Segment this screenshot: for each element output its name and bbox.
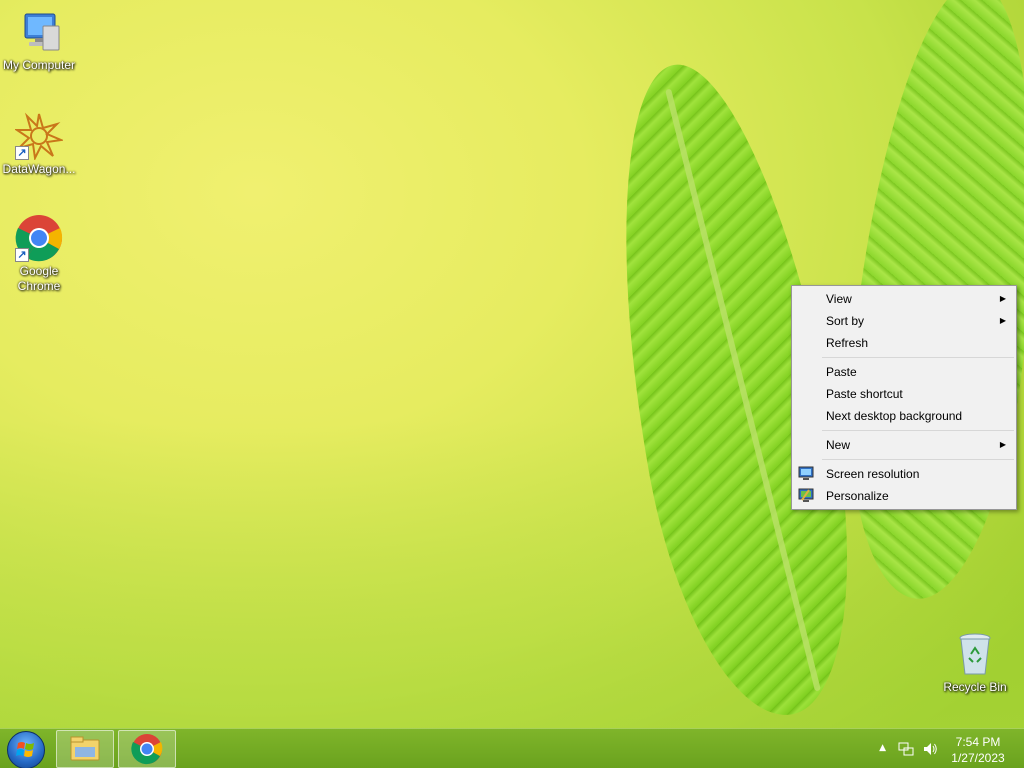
shortcut-arrow-icon: ↗ (15, 248, 29, 262)
submenu-arrow-icon: ▶ (999, 316, 1006, 325)
chrome-icon (131, 734, 163, 765)
clock-date: 1/27/2023 (951, 751, 1005, 765)
menu-item-view[interactable]: View ▶ (792, 288, 1016, 310)
chrome-icon: ↗ (15, 214, 63, 262)
desktop-icon-datawagon[interactable]: ↗ DataWagon... (0, 112, 78, 177)
menu-item-label: Sort by (826, 314, 865, 328)
show-hidden-icons-icon[interactable]: ▲ (879, 743, 886, 753)
menu-item-paste[interactable]: Paste (792, 361, 1016, 383)
menu-item-label: View (826, 292, 852, 306)
clock-time: 7:54 PM (955, 735, 1001, 749)
desktop-icon-recycle-bin[interactable]: Recycle Bin (936, 630, 1014, 695)
submenu-arrow-icon: ▶ (999, 294, 1006, 303)
menu-separator (822, 430, 1014, 431)
menu-item-label: Next desktop background (826, 409, 963, 423)
start-button[interactable] (7, 731, 45, 768)
shortcut-arrow-icon: ↗ (15, 146, 29, 160)
desktop-icon-my-computer[interactable]: My Computer (0, 8, 78, 73)
windows-logo-icon (16, 742, 34, 757)
taskbar-google-chrome[interactable] (118, 730, 176, 768)
menu-item-label: Paste shortcut (826, 387, 903, 401)
monitor-icon (798, 466, 814, 482)
menu-separator (822, 357, 1014, 358)
recycle-bin-icon (951, 630, 999, 678)
desktop-icon-label: Recycle Bin (943, 680, 1007, 694)
desktop-context-menu: View ▶ Sort by ▶ Refresh Paste Paste sho… (791, 285, 1017, 510)
menu-item-personalize[interactable]: Personalize (792, 485, 1016, 507)
personalize-icon (798, 488, 814, 504)
taskbar-file-explorer[interactable] (56, 730, 114, 768)
taskbar: ▲ 7:54 PM 1/27/2023 (0, 728, 1024, 768)
menu-item-label: New (826, 438, 851, 452)
computer-icon (15, 8, 63, 56)
desktop-icon-label: My Computer (2, 58, 76, 72)
menu-item-next-desktop-background[interactable]: Next desktop background (792, 405, 1016, 427)
menu-item-label: Paste (826, 365, 857, 379)
menu-separator (822, 459, 1014, 460)
desktop-icon-google-chrome[interactable]: ↗ Google Chrome (0, 214, 78, 294)
network-icon[interactable] (898, 741, 914, 760)
menu-item-paste-shortcut[interactable]: Paste shortcut (792, 383, 1016, 405)
folder-icon (70, 736, 100, 761)
clock[interactable]: 7:54 PM 1/27/2023 (948, 734, 1008, 766)
menu-item-new[interactable]: New ▶ (792, 434, 1016, 456)
desktop-icon-label: DataWagon... (2, 162, 76, 176)
volume-icon[interactable] (922, 741, 938, 760)
menu-item-label: Refresh (826, 336, 869, 350)
menu-item-sort-by[interactable]: Sort by ▶ (792, 310, 1016, 332)
desktop-icon-label: Google Chrome (17, 264, 61, 293)
menu-item-label: Screen resolution (826, 467, 920, 481)
submenu-arrow-icon: ▶ (999, 440, 1006, 449)
menu-item-label: Personalize (826, 489, 889, 503)
datawagon-icon: ↗ (13, 112, 65, 162)
menu-item-refresh[interactable]: Refresh (792, 332, 1016, 354)
menu-item-screen-resolution[interactable]: Screen resolution (792, 463, 1016, 485)
